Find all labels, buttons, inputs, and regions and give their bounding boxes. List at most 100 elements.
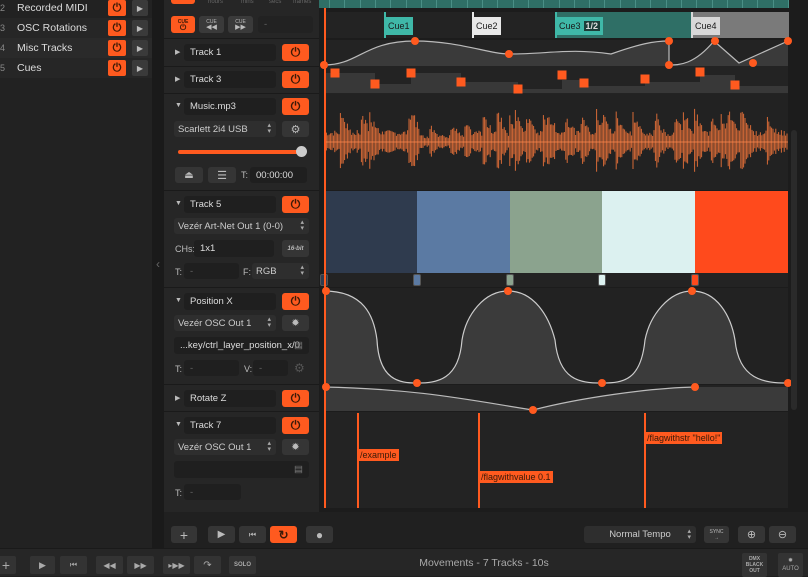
cue-prev-button[interactable]: CUE ◀◀: [199, 16, 224, 33]
osc-flag-label[interactable]: /flagwithvalue 0.1: [479, 471, 553, 483]
target-field[interactable]: -: [184, 484, 241, 500]
osc-address-field[interactable]: ▤: [174, 461, 309, 478]
zoom-in-button[interactable]: ⊕: [738, 526, 765, 543]
track1-keyframe[interactable]: [665, 61, 673, 69]
expand-icon[interactable]: ▶: [175, 75, 180, 83]
step-keyframe[interactable]: [406, 68, 416, 78]
target-field[interactable]: -: [184, 360, 239, 376]
track3-steps[interactable]: [324, 73, 788, 93]
track-name-field[interactable]: Position X: [184, 293, 276, 310]
track-power-button[interactable]: ⏻: [282, 98, 309, 115]
vertical-scrollbar[interactable]: [791, 130, 797, 410]
list-button[interactable]: ☰: [208, 167, 236, 183]
record-button[interactable]: ●: [306, 526, 333, 543]
value-field[interactable]: -: [253, 360, 288, 376]
track-power-button[interactable]: ⏻: [282, 417, 309, 434]
collapse-icon[interactable]: ▼: [175, 297, 182, 304]
osc-flag-label[interactable]: /flagwithstr "hello!": [645, 432, 723, 444]
tempo-select[interactable]: Normal Tempo ▴ ▾: [584, 526, 696, 543]
rewind-to-start-button[interactable]: ⏮: [239, 526, 266, 543]
playhead[interactable]: [324, 8, 326, 508]
collapse-icon[interactable]: ▼: [175, 421, 182, 428]
osc-device-select[interactable]: Vezér OSC Out 1 ▴ ▾: [174, 439, 276, 455]
expand-icon[interactable]: ▶: [175, 48, 180, 56]
track1-keyframe[interactable]: [749, 59, 757, 67]
step-keyframe[interactable]: [456, 77, 466, 87]
time-field[interactable]: 00:00:00: [250, 167, 307, 183]
power-icon[interactable]: ⏻: [108, 0, 126, 16]
eject-button[interactable]: ⏏: [175, 167, 203, 183]
cue-next-button[interactable]: CUE ▶▶: [228, 16, 253, 33]
gear-icon[interactable]: ⚙: [294, 361, 305, 375]
play-icon[interactable]: ▶: [132, 0, 148, 16]
track-name-field[interactable]: Track 5: [184, 196, 276, 213]
track-name-field[interactable]: Rotate Z: [184, 390, 276, 407]
track-power-button[interactable]: ⏻: [282, 71, 309, 88]
volume-slider[interactable]: [178, 150, 302, 154]
automation-curves[interactable]: [319, 0, 808, 512]
step-keyframe[interactable]: [330, 68, 340, 78]
step-keyframe[interactable]: [557, 70, 567, 80]
power-icon[interactable]: ⏻: [108, 60, 126, 76]
track-name-field[interactable]: Track 1: [184, 44, 276, 61]
position-x-keyframe[interactable]: [413, 379, 421, 387]
track-power-button[interactable]: ⏻: [282, 390, 309, 407]
track-power-button[interactable]: ⏻: [282, 44, 309, 61]
composition-row[interactable]: 2 Recorded MIDI ⏻ ▶: [0, 0, 152, 18]
position-x-keyframe[interactable]: [598, 379, 606, 387]
composition-row[interactable]: 3 OSC Rotations ⏻ ▶: [0, 18, 152, 38]
loop-button[interactable]: ↻: [270, 526, 297, 543]
track-power-button[interactable]: ⏻: [282, 293, 309, 310]
power-icon[interactable]: ⏻: [108, 40, 126, 56]
collapse-icon[interactable]: ▼: [175, 200, 182, 207]
bit-depth-button[interactable]: 16-bit: [282, 240, 309, 257]
osc-device-select[interactable]: Vezér OSC Out 1 ▴ ▾: [174, 315, 276, 331]
position-x-keyframe[interactable]: [688, 287, 696, 295]
composition-row[interactable]: 4 Misc Tracks ⏻ ▶: [0, 38, 152, 58]
track1-keyframe[interactable]: [711, 37, 719, 45]
osc-flag-marker[interactable]: [644, 413, 646, 508]
artnet-device-select[interactable]: Vezér Art-Net Out 1 (0-0) ▴ ▾: [174, 218, 309, 234]
calendar-icon[interactable]: ▤: [294, 340, 303, 351]
settings-button[interactable]: ⚙: [282, 121, 309, 137]
composition-row[interactable]: 5 Cues ⏻ ▶: [0, 58, 152, 78]
track1-keyframe[interactable]: [411, 37, 419, 45]
cue-toggle-button[interactable]: CUE ⏻: [171, 16, 195, 33]
rotate-z-keyframe[interactable]: [529, 406, 537, 414]
expand-icon[interactable]: ▶: [175, 394, 180, 402]
add-track-button[interactable]: +: [171, 526, 197, 543]
calendar-icon[interactable]: ▤: [294, 464, 303, 475]
track-name-field[interactable]: Track 7: [184, 417, 276, 434]
panel-collapse-handle[interactable]: ‹: [152, 0, 164, 548]
osc-address-field[interactable]: ...key/ctrl_layer_position_x/0 ▤: [174, 337, 309, 354]
track-name-field[interactable]: Track 3: [184, 71, 276, 88]
sync-button[interactable]: SYNC →: [704, 526, 729, 543]
play-button[interactable]: ▶: [208, 526, 235, 543]
volume-slider-knob[interactable]: [296, 146, 307, 157]
position-x-keyframe[interactable]: [504, 287, 512, 295]
track1-keyframe[interactable]: [784, 37, 792, 45]
collapse-icon[interactable]: ▼: [175, 102, 182, 109]
timeline[interactable]: Cue1 Cue2 Cue3 1/2 Cue4 /example/flagwithval…: [319, 0, 808, 512]
step-keyframe[interactable]: [730, 80, 740, 90]
debug-button[interactable]: ✹: [282, 439, 309, 455]
format-select[interactable]: RGB ▴ ▾: [252, 263, 309, 279]
position-x-fill[interactable]: [324, 291, 788, 384]
play-icon[interactable]: ▶: [132, 40, 148, 56]
play-icon[interactable]: ▶: [132, 60, 148, 76]
top-button[interactable]: [171, 0, 195, 4]
step-keyframe[interactable]: [579, 78, 589, 88]
audio-device-select[interactable]: Scarlett 2i4 USB ▴ ▾: [174, 121, 276, 137]
track-name-field[interactable]: Music.mp3: [184, 98, 276, 115]
step-keyframe[interactable]: [695, 67, 705, 77]
rotate-z-keyframe[interactable]: [691, 383, 699, 391]
track1-keyframe[interactable]: [505, 50, 513, 58]
channels-field[interactable]: 1x1: [194, 240, 274, 257]
blackout-button[interactable]: DMX BLACK OUT: [742, 553, 767, 577]
debug-button[interactable]: ✹: [282, 315, 309, 331]
play-icon[interactable]: ▶: [132, 20, 148, 36]
osc-flag-label[interactable]: /example: [358, 449, 399, 461]
target-field[interactable]: -: [184, 263, 239, 279]
step-keyframe[interactable]: [640, 74, 650, 84]
auto-button[interactable]: ✹ AUTO: [778, 553, 803, 577]
